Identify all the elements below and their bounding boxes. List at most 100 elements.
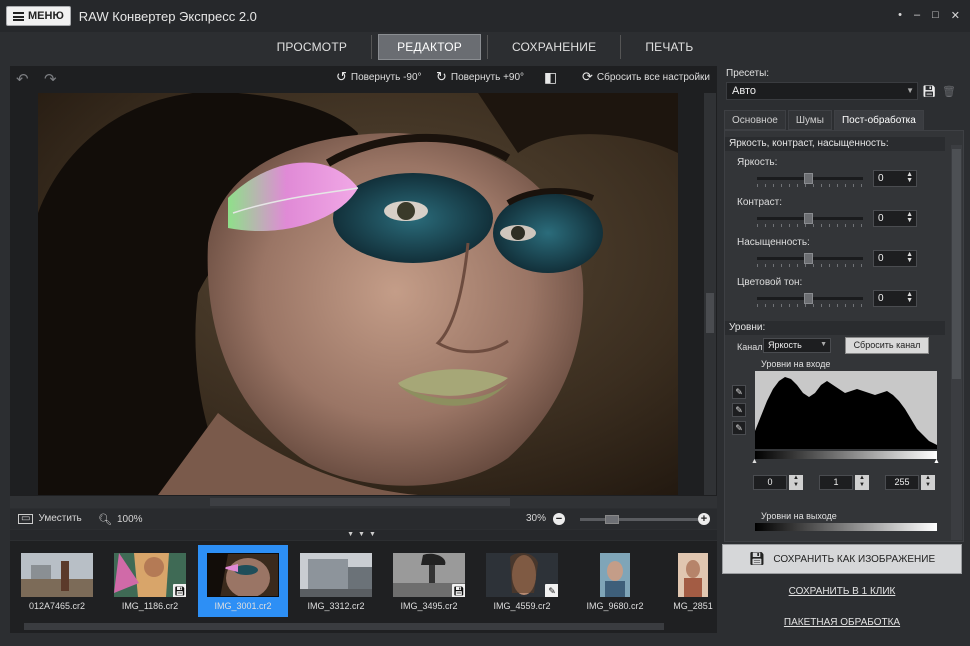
input-black-value: 0	[767, 477, 773, 487]
dot-icon[interactable]: •	[898, 9, 902, 22]
slider-ticks	[757, 184, 863, 187]
slider-knob[interactable]	[804, 293, 813, 304]
scroll-thumb[interactable]	[706, 293, 714, 333]
tab-print[interactable]: ПЕЧАТЬ	[627, 34, 711, 60]
input-white-value: 255	[894, 477, 910, 487]
bcs-header: Яркость, контраст, насыщенность:	[725, 137, 945, 151]
zoom-in-button[interactable]: +	[698, 513, 710, 525]
contrast-value: 0	[878, 213, 884, 224]
tab-view[interactable]: ПРОСМОТР	[259, 34, 366, 60]
input-levels-label: Уровни на входе	[761, 359, 831, 369]
mode-tabs: ПРОСМОТР РЕДАКТОР СОХРАНЕНИЕ ПЕЧАТЬ	[0, 32, 970, 62]
channel-value: Яркость	[768, 340, 802, 350]
film-item[interactable]: ✎ IMG_4559.cr2	[477, 545, 567, 617]
save-one-click-link[interactable]: СОХРАНИТЬ В 1 КЛИК	[722, 586, 962, 597]
slider-knob[interactable]	[804, 173, 813, 184]
contrast-spinbox[interactable]: 0 ▲ ▼	[873, 210, 917, 227]
menu-label: МЕНЮ	[28, 10, 64, 22]
channel-select[interactable]: Яркость ▼	[763, 338, 831, 353]
reset-channel-button[interactable]: Сбросить канал	[845, 337, 929, 354]
close-icon[interactable]: ✕	[951, 9, 960, 22]
contrast-slider[interactable]	[757, 213, 863, 227]
input-white-field[interactable]: 255	[885, 475, 919, 490]
maximize-icon[interactable]: □	[932, 9, 939, 22]
panel-splitter[interactable]: ▼▼▼	[10, 530, 717, 540]
image-vertical-scrollbar[interactable]	[704, 93, 716, 495]
film-item[interactable]: IMG_3312.cr2	[291, 545, 381, 617]
image-horizontal-scrollbar[interactable]	[10, 496, 717, 508]
presets-label: Пресеты:	[726, 68, 770, 79]
film-item[interactable]: 012A7465.cr2	[12, 545, 102, 617]
input-black-field[interactable]: 0	[753, 475, 787, 490]
spin-arrows-icon[interactable]: ▲ ▼	[789, 475, 803, 490]
settings-tabs: Основное Шумы Пост-обработка	[724, 110, 924, 130]
gray-eyedropper-icon[interactable]: ✎	[732, 403, 746, 417]
output-gradient-bar[interactable]	[755, 523, 937, 531]
post-processing-body: Яркость, контраст, насыщенность: Яркость…	[724, 130, 964, 542]
spin-arrows-icon[interactable]: ▲ ▼	[906, 291, 913, 304]
reset-all-button[interactable]: ⟳ Сбросить все настройки	[582, 70, 710, 83]
delete-preset-icon[interactable]: 🗑︎	[942, 85, 956, 98]
menu-button[interactable]: МЕНЮ	[6, 6, 71, 26]
spin-arrows-icon[interactable]: ▲ ▼	[906, 171, 913, 184]
batch-processing-link[interactable]: ПАКЕТНАЯ ОБРАБОТКА	[722, 617, 962, 628]
saturation-spinbox[interactable]: 0 ▲ ▼	[873, 250, 917, 267]
photo-canvas[interactable]	[38, 93, 678, 495]
flip-icon: ◧	[544, 69, 558, 85]
fit-button[interactable]: ▭ Уместить	[18, 513, 82, 524]
filmstrip-scrollbar[interactable]	[24, 623, 664, 630]
film-item-selected[interactable]: IMG_3001.cr2	[198, 545, 288, 617]
white-eyedropper-icon[interactable]: ✎	[732, 421, 746, 435]
preset-value: Авто	[732, 85, 756, 97]
app-title: RAW Конвертер Экспресс 2.0	[78, 8, 257, 24]
zoom-out-button[interactable]: −	[553, 513, 565, 525]
tab-basic[interactable]: Основное	[724, 110, 786, 130]
spin-arrows-icon[interactable]: ▲ ▼	[921, 475, 935, 490]
tab-editor[interactable]: РЕДАКТОР	[378, 34, 481, 60]
flip-button[interactable]: ◧	[544, 69, 558, 85]
film-thumbnail	[600, 553, 630, 597]
spin-arrows-icon[interactable]: ▲ ▼	[906, 211, 913, 224]
channel-label: Канал	[737, 342, 763, 352]
save-preset-icon[interactable]: 💾︎	[922, 85, 936, 98]
hue-slider[interactable]	[757, 293, 863, 307]
minimize-icon[interactable]: –	[914, 9, 920, 22]
white-point-marker-icon[interactable]: ▲	[933, 458, 940, 465]
settings-scrollbar[interactable]	[951, 145, 962, 540]
portrait-image	[38, 93, 678, 495]
floppy-icon: 💾︎	[748, 551, 766, 566]
preset-select[interactable]: Авто ▼	[726, 82, 918, 100]
brightness-spinbox[interactable]: 0 ▲ ▼	[873, 170, 917, 187]
zoom-100-button[interactable]: 🔍︎ 100%	[98, 513, 143, 526]
spin-arrows-icon[interactable]: ▲ ▼	[906, 251, 913, 264]
tab-post-processing[interactable]: Пост-обработка	[833, 110, 924, 130]
black-point-marker-icon[interactable]: ▲	[751, 458, 758, 465]
film-item[interactable]: IMG_9680.cr2	[570, 545, 660, 617]
zoom-slider[interactable]	[580, 515, 698, 524]
contrast-label: Контраст:	[737, 197, 782, 208]
undo-icon[interactable]: ↶	[16, 70, 29, 88]
plus-icon: +	[698, 513, 710, 525]
zoom-slider-knob[interactable]	[605, 515, 619, 524]
input-gamma-field[interactable]: 1	[819, 475, 853, 490]
scroll-thumb[interactable]	[952, 149, 961, 379]
black-eyedropper-icon[interactable]: ✎	[732, 385, 746, 399]
scroll-thumb[interactable]	[210, 498, 510, 506]
saturation-slider[interactable]	[757, 253, 863, 267]
brightness-slider[interactable]	[757, 173, 863, 187]
slider-knob[interactable]	[804, 213, 813, 224]
input-gradient-bar[interactable]	[755, 451, 937, 459]
tab-save[interactable]: СОХРАНЕНИЕ	[494, 34, 614, 60]
slider-knob[interactable]	[804, 253, 813, 264]
redo-icon[interactable]: ↷	[44, 70, 57, 88]
save-as-image-button[interactable]: 💾︎ СОХРАНИТЬ КАК ИЗОБРАЖЕНИЕ	[722, 544, 962, 574]
rotate-left-button[interactable]: ↺ Повернуть -90°	[336, 70, 422, 83]
film-item[interactable]: 💾︎ IMG_1186.cr2	[105, 545, 195, 617]
film-item[interactable]: 💾︎ IMG_3495.cr2	[384, 545, 474, 617]
rotate-right-button[interactable]: ↻ Повернуть +90°	[436, 70, 524, 83]
chevron-down-icon: ▼	[906, 86, 914, 95]
hue-spinbox[interactable]: 0 ▲ ▼	[873, 290, 917, 307]
spin-arrows-icon[interactable]: ▲ ▼	[855, 475, 869, 490]
film-item[interactable]: MG_2851	[663, 545, 717, 617]
tab-noise[interactable]: Шумы	[787, 110, 832, 130]
